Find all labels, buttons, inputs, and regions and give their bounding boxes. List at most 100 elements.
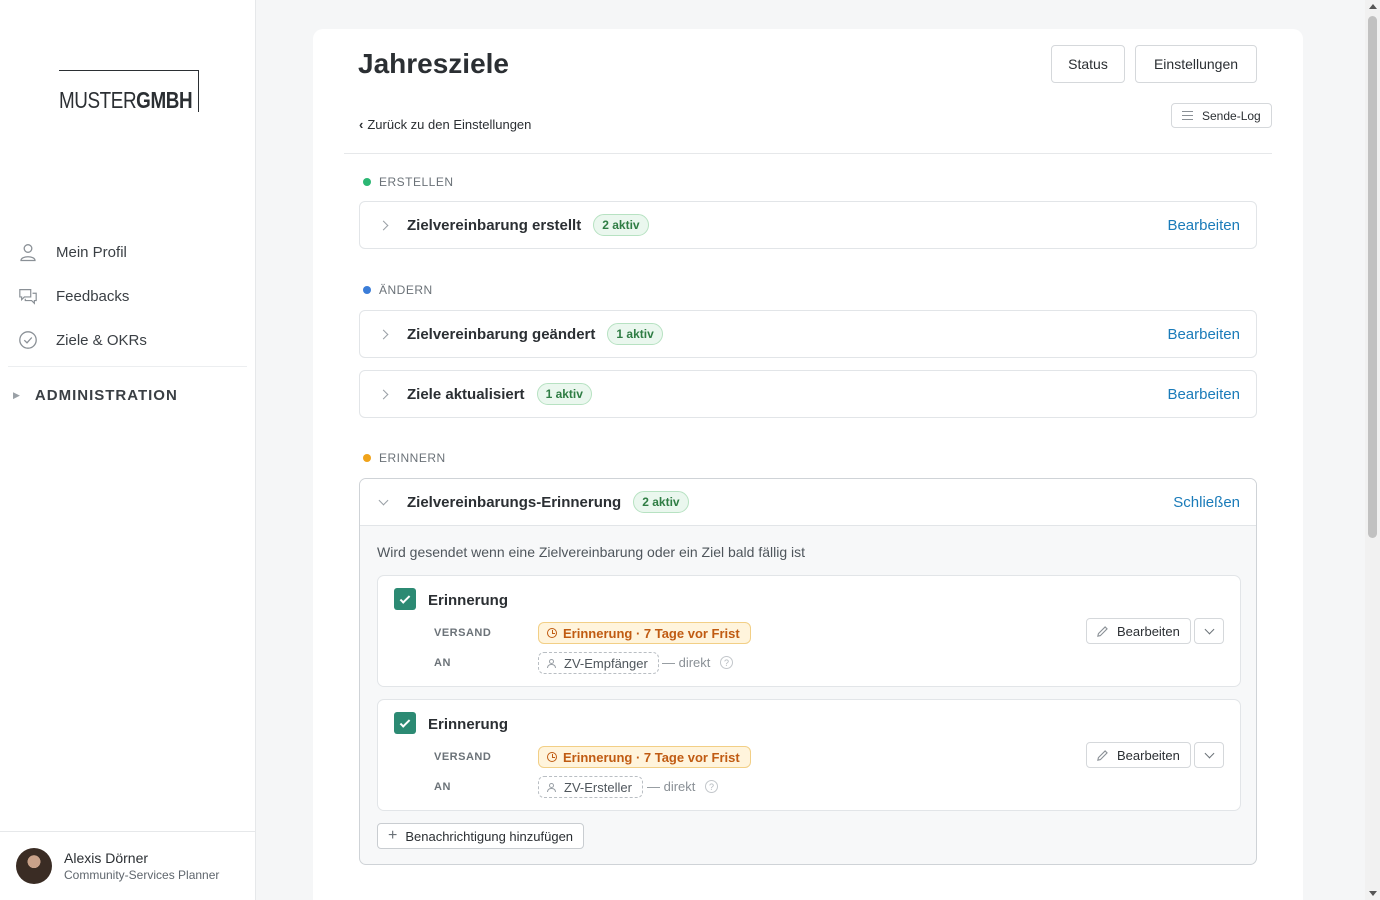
clock-icon	[547, 752, 557, 762]
panel-description: Wird gesendet wenn eine Zielvereinbarung…	[377, 544, 806, 560]
to-label: AN	[434, 781, 451, 793]
sidebar-item-label: Feedbacks	[56, 287, 130, 305]
user-name: Alexis Dörner	[64, 850, 149, 866]
recipient-text: ZV-Ersteller	[564, 779, 632, 795]
send-label: VERSAND	[434, 751, 492, 763]
send-timing-text: Erinnerung · 7 Tage vor Frist	[563, 625, 740, 641]
row-title: Zielvereinbarung erstellt	[407, 216, 582, 234]
header-divider	[344, 153, 1272, 154]
row-title: Zielvereinbarungs-Erinnerung	[407, 493, 622, 511]
settings-button[interactable]: Einstellungen	[1135, 45, 1257, 83]
add-notification-button[interactable]: + Benachrichtigung hinzufügen	[377, 823, 585, 849]
section-label-remind: ERINNERN	[363, 451, 446, 465]
reminder-panel: Zielvereinbarungs-Erinnerung 2 aktiv Sch…	[359, 478, 1257, 865]
pencil-icon	[1097, 625, 1108, 637]
enabled-checkbox[interactable]	[394, 712, 416, 734]
scroll-up-arrow-icon[interactable]	[1369, 4, 1377, 9]
back-link[interactable]: ‹ Zurück zu den Einstellungen	[359, 117, 531, 132]
more-options-button[interactable]	[1194, 618, 1224, 644]
sidebar: MUSTERGMBH Mein Profil Feedbacks Ziele &…	[0, 0, 256, 900]
sidebar-item-label: Mein Profil	[56, 243, 127, 261]
company-logo: MUSTERGMBH	[59, 70, 199, 112]
chevron-right-icon[interactable]	[378, 329, 389, 339]
edit-label: Bearbeiten	[1117, 747, 1180, 763]
section-label-create: ERSTELLEN	[363, 175, 454, 189]
chevron-left-icon: ‹	[359, 117, 364, 132]
expand-triangle-icon: ▶	[13, 389, 21, 400]
direct-label: — direkt	[662, 655, 711, 670]
active-badge: 1 aktiv	[536, 383, 592, 405]
section-label-text: ERINNERN	[379, 451, 446, 465]
send-label: VERSAND	[434, 627, 492, 639]
check-icon	[399, 716, 411, 728]
back-link-label: Zurück zu den Einstellungen	[367, 117, 532, 132]
notification-group-row[interactable]: Ziele aktualisiert 1 aktiv Bearbeiten	[359, 370, 1257, 418]
avatar	[16, 848, 52, 884]
send-timing-pill: Erinnerung · 7 Tage vor Frist	[538, 746, 751, 768]
edit-notification-button[interactable]: Bearbeiten	[1086, 618, 1191, 644]
sidebar-item-label: Ziele & OKRs	[56, 331, 147, 349]
person-icon	[18, 242, 38, 262]
add-notification-label: Benachrichtigung hinzufügen	[405, 828, 574, 844]
sidebar-item-goals[interactable]: Ziele & OKRs	[0, 318, 255, 362]
direct-label: — direkt	[647, 779, 696, 794]
chevron-right-icon[interactable]	[378, 220, 389, 230]
notification-group-row[interactable]: Zielvereinbarung erstellt 2 aktiv Bearbe…	[359, 201, 1257, 249]
notification-title: Erinnerung	[428, 592, 509, 609]
person-icon	[547, 658, 556, 668]
pencil-icon	[1097, 749, 1108, 761]
notification-card: Erinnerung VERSAND Erinnerung · 7 Tage v…	[377, 699, 1241, 811]
clock-icon	[547, 628, 557, 638]
active-badge: 2 aktiv	[593, 214, 649, 236]
section-label-text: ERSTELLEN	[379, 175, 454, 189]
main-nav: Mein Profil Feedbacks Ziele & OKRs ▶ ADM…	[0, 230, 255, 423]
help-icon[interactable]: ?	[705, 780, 718, 793]
sidebar-item-administration[interactable]: ▶ ADMINISTRATION	[0, 367, 255, 423]
chevron-down-icon	[1204, 624, 1214, 634]
chevron-down-icon[interactable]	[378, 495, 389, 505]
chevron-down-icon	[1204, 748, 1214, 758]
section-label-change: ÄNDERN	[363, 283, 433, 297]
check-icon	[399, 592, 411, 604]
close-link[interactable]: Schließen	[1173, 494, 1240, 511]
sidebar-item-profile[interactable]: Mein Profil	[0, 230, 255, 274]
chat-icon	[18, 286, 38, 306]
sidebar-item-feedbacks[interactable]: Feedbacks	[0, 274, 255, 318]
plus-icon: +	[388, 827, 398, 844]
scrollbar-thumb[interactable]	[1368, 16, 1377, 538]
logo-text-light: MUSTER	[59, 87, 137, 113]
main-card: Jahresziele Status Einstellungen ‹ Zurüc…	[313, 29, 1303, 900]
edit-link[interactable]: Bearbeiten	[1167, 217, 1240, 234]
send-log-label: Sende-Log	[1202, 108, 1261, 123]
user-role: Community-Services Planner	[64, 868, 220, 882]
scrollbar[interactable]	[1365, 0, 1380, 900]
status-dot	[363, 454, 371, 462]
edit-link[interactable]: Bearbeiten	[1167, 326, 1240, 343]
help-icon[interactable]: ?	[720, 656, 733, 669]
notification-group-row[interactable]: Zielvereinbarung geändert 1 aktiv Bearbe…	[359, 310, 1257, 358]
logo-text-bold: GMBH	[136, 87, 193, 113]
notification-card: Erinnerung VERSAND Erinnerung · 7 Tage v…	[377, 575, 1241, 687]
enabled-checkbox[interactable]	[394, 588, 416, 610]
recipient-pill[interactable]: ZV-Ersteller	[538, 776, 643, 798]
status-button[interactable]: Status	[1051, 45, 1125, 83]
reminder-panel-header[interactable]: Zielvereinbarungs-Erinnerung 2 aktiv Sch…	[360, 479, 1256, 526]
send-timing-pill: Erinnerung · 7 Tage vor Frist	[538, 622, 751, 644]
send-timing-text: Erinnerung · 7 Tage vor Frist	[563, 749, 740, 765]
status-dot	[363, 178, 371, 186]
send-log-button[interactable]: Sende-Log	[1171, 103, 1272, 128]
edit-link[interactable]: Bearbeiten	[1167, 386, 1240, 403]
recipient-pill[interactable]: ZV-Empfänger	[538, 652, 659, 674]
to-label: AN	[434, 657, 451, 669]
edit-notification-button[interactable]: Bearbeiten	[1086, 742, 1191, 768]
row-title: Ziele aktualisiert	[407, 385, 525, 403]
status-dot	[363, 286, 371, 294]
edit-label: Bearbeiten	[1117, 623, 1180, 639]
chevron-right-icon[interactable]	[378, 389, 389, 399]
person-icon	[547, 782, 556, 792]
scroll-down-arrow-icon[interactable]	[1369, 891, 1377, 896]
more-options-button[interactable]	[1194, 742, 1224, 768]
row-title: Zielvereinbarung geändert	[407, 325, 596, 343]
user-profile[interactable]: Alexis Dörner Community-Services Planner	[0, 831, 255, 900]
active-badge: 2 aktiv	[633, 491, 689, 513]
